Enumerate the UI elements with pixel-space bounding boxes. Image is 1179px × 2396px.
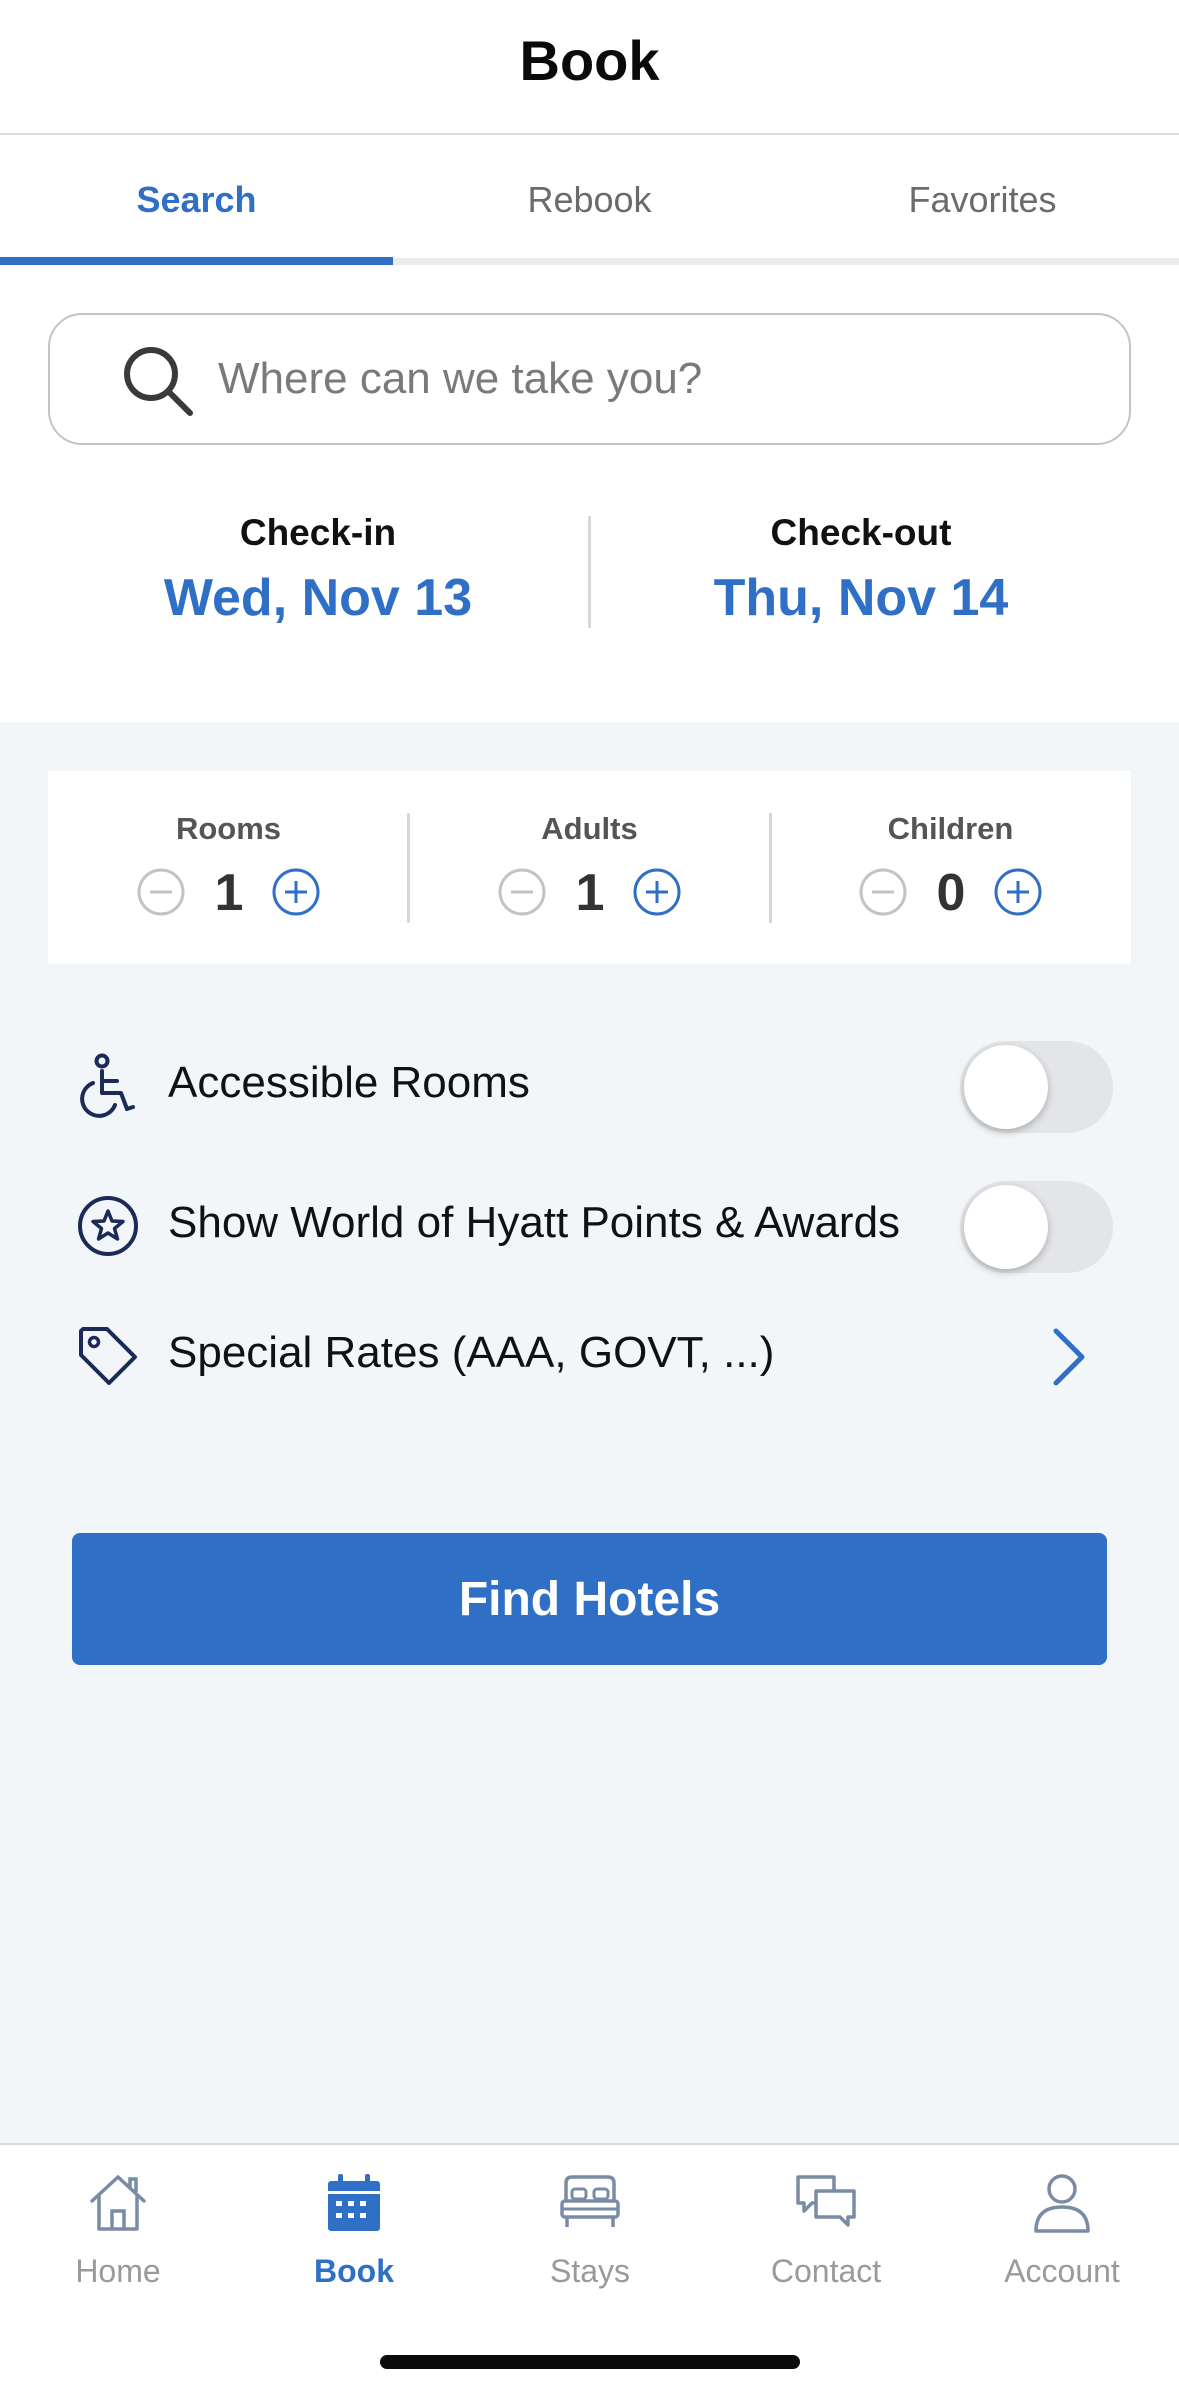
nav-stays-label: Stays: [549, 2253, 631, 2289]
tag-icon: [79, 1327, 137, 1385]
nav-account[interactable]: Account: [944, 2145, 1179, 2345]
children-stepper: Children 0: [770, 771, 1131, 964]
adults-label: Adults: [541, 811, 638, 846]
checkin-value: Wed, Nov 13: [163, 569, 473, 627]
checkout-date[interactable]: Check-out Thu, Nov 14: [566, 512, 1156, 628]
checkout-value: Thu, Nov 14: [713, 569, 1009, 627]
children-value: 0: [936, 864, 966, 922]
find-hotels-button[interactable]: Find Hotels: [72, 1533, 1107, 1665]
calendar-icon: [328, 2174, 380, 2231]
person-icon: [1034, 2174, 1090, 2233]
adults-plus-icon[interactable]: [632, 867, 682, 917]
search-input[interactable]: [218, 315, 1098, 443]
adults-stepper: Adults 1: [409, 771, 770, 964]
points-awards-toggle[interactable]: [960, 1181, 1113, 1273]
search-icon: [124, 347, 193, 416]
tab-favorites[interactable]: Favorites: [786, 135, 1179, 265]
active-tab-indicator: [0, 257, 393, 265]
nav-contact[interactable]: Contact: [708, 2145, 944, 2345]
home-indicator[interactable]: [380, 2355, 800, 2369]
toggle-knob: [964, 1185, 1048, 1269]
nav-book[interactable]: Book: [236, 2145, 472, 2345]
occupancy-panel: Rooms 1 Adults 1 Children 0: [48, 771, 1131, 964]
nav-stays[interactable]: Stays: [472, 2145, 708, 2345]
tab-search[interactable]: Search: [0, 135, 393, 265]
home-icon: [90, 2175, 146, 2231]
bed-icon: [560, 2175, 620, 2227]
tab-rebook[interactable]: Rebook: [393, 135, 786, 265]
wheelchair-icon: [80, 1053, 135, 1118]
nav-book-label: Book: [314, 2253, 394, 2289]
adults-minus-icon[interactable]: [497, 867, 547, 917]
accessible-rooms-label: Accessible Rooms: [168, 1058, 530, 1107]
nav-home[interactable]: Home: [0, 2145, 236, 2345]
rooms-plus-icon[interactable]: [271, 867, 321, 917]
rooms-minus-icon[interactable]: [136, 867, 186, 917]
checkout-label: Check-out: [770, 512, 952, 553]
chat-icon: [796, 2175, 856, 2227]
nav-home-label: Home: [75, 2253, 161, 2289]
children-label: Children: [887, 811, 1014, 846]
children-plus-icon[interactable]: [993, 867, 1043, 917]
nav-account-label: Account: [1004, 2253, 1120, 2289]
rooms-label: Rooms: [175, 811, 282, 846]
search-box[interactable]: [48, 313, 1131, 445]
accessible-rooms-row: Accessible Rooms: [0, 1033, 1179, 1133]
accessible-rooms-toggle[interactable]: [960, 1041, 1113, 1133]
star-circle-icon: [78, 1196, 138, 1256]
children-minus-icon[interactable]: [858, 867, 908, 917]
points-awards-row: Show World of Hyatt Points & Awards: [0, 1173, 1179, 1273]
checkin-date[interactable]: Check-in Wed, Nov 13: [23, 512, 613, 628]
toggle-knob: [964, 1045, 1048, 1129]
special-rates-row[interactable]: Special Rates (AAA, GOVT, ...): [0, 1303, 1179, 1403]
segmented-tabs: Search Rebook Favorites: [0, 135, 1179, 265]
rooms-stepper: Rooms 1: [48, 771, 409, 964]
page-title: Book: [519, 29, 660, 92]
points-awards-label: Show World of Hyatt Points & Awards: [168, 1198, 901, 1247]
checkin-label: Check-in: [239, 512, 397, 553]
adults-value: 1: [575, 864, 605, 922]
nav-contact-label: Contact: [770, 2253, 882, 2289]
chevron-right-icon: [1053, 1328, 1085, 1386]
rooms-value: 1: [214, 864, 244, 922]
special-rates-label: Special Rates (AAA, GOVT, ...): [168, 1328, 775, 1377]
